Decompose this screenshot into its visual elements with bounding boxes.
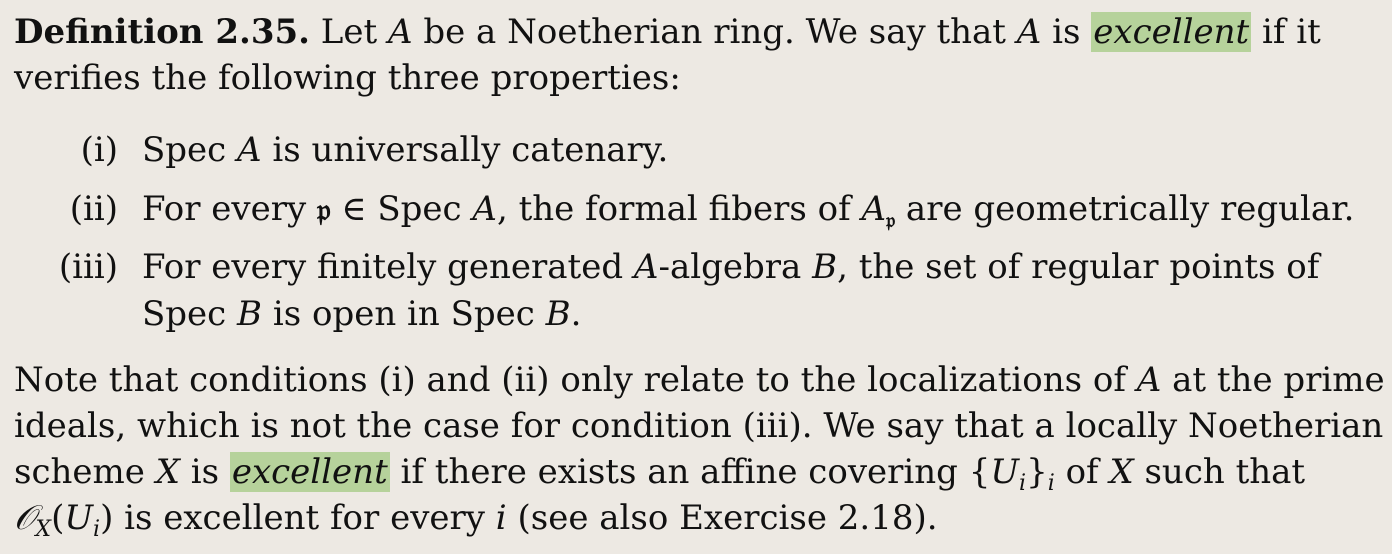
note-line-3: scheme X is excellent if there exists an… xyxy=(14,452,1306,496)
item-body-ii: For every 𝔭 ∈ Spec A, the formal fibers … xyxy=(142,189,1355,232)
definition-line-1: Definition 2.35. Let A be a Noetherian r… xyxy=(14,12,1321,52)
highlighted-term: excellent xyxy=(1091,12,1252,52)
item-label-ii: (ii) xyxy=(69,189,118,229)
note-line-2: ideals, which is not the case for condit… xyxy=(14,406,1384,446)
item-body-iii-line-1: For every finitely generated A-algebra B… xyxy=(142,247,1320,287)
item-body-iii-line-2: Spec B is open in Spec B. xyxy=(142,294,582,334)
note-line-4: 𝒪X(Ui) is excellent for every i (see als… xyxy=(14,498,938,542)
definition-excerpt: Definition 2.35. Let A be a Noetherian r… xyxy=(0,0,1392,554)
item-label-i: (i) xyxy=(80,130,118,170)
item-label-iii: (iii) xyxy=(58,247,118,287)
definition-line-2: verifies the following three properties: xyxy=(14,58,681,98)
note-line-1: Note that conditions (i) and (ii) only r… xyxy=(14,360,1385,400)
highlighted-term: excellent xyxy=(229,452,390,492)
item-body-i: Spec A is universally catenary. xyxy=(142,130,669,170)
definition-heading: Definition 2.35. xyxy=(14,12,310,52)
